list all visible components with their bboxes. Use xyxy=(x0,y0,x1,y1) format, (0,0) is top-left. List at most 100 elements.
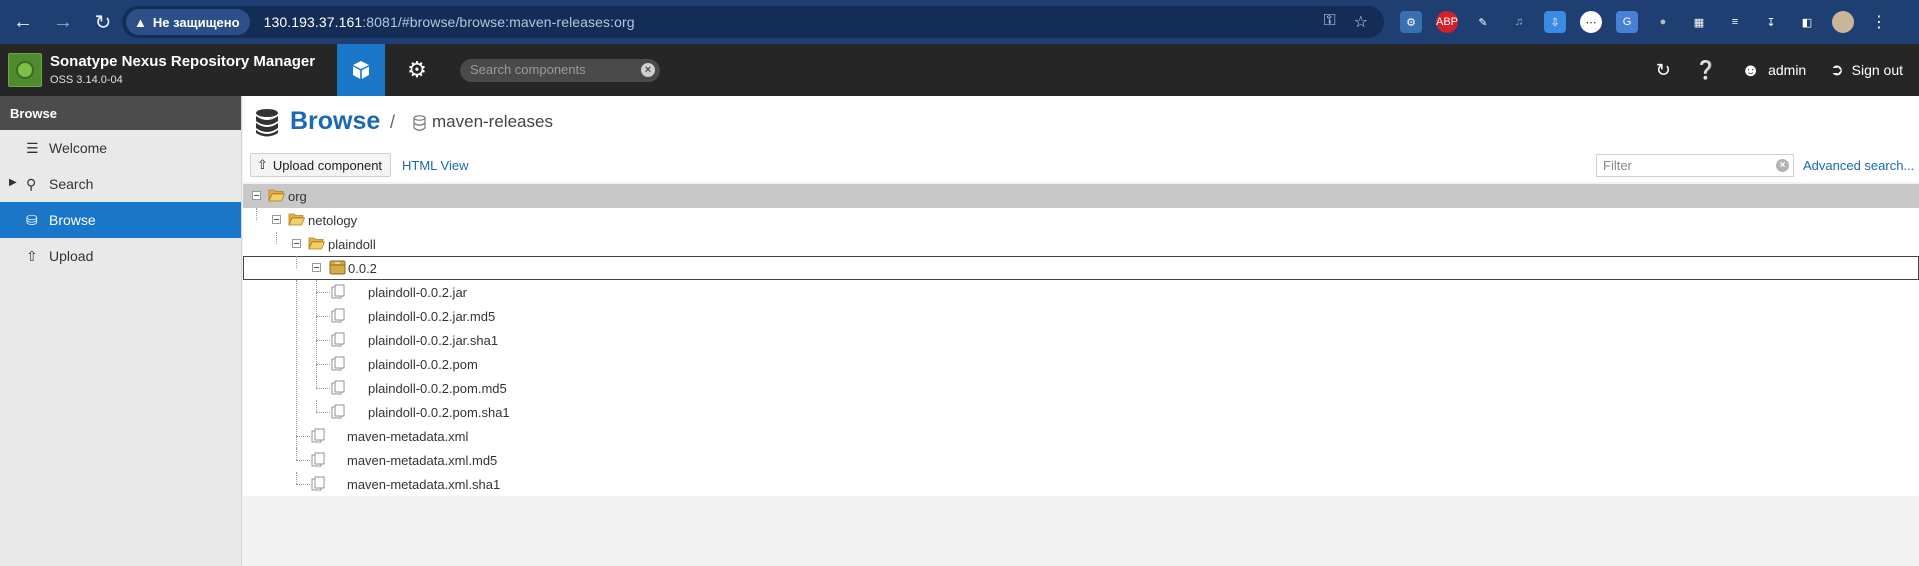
collapse-icon[interactable] xyxy=(292,239,301,248)
tree-row-version[interactable]: 0.0.2 xyxy=(243,256,1919,280)
tree-row-file[interactable]: plaindoll-0.0.2.jar xyxy=(243,280,1919,304)
username: admin xyxy=(1768,62,1807,78)
tree-label: plaindoll xyxy=(328,237,376,252)
moon-icon[interactable]: ● xyxy=(1652,11,1674,33)
upload-component-button[interactable]: ⇧ Upload component xyxy=(250,153,392,177)
address-bar[interactable]: ▲ Не защищено 130.193.37.161:8081/#brows… xyxy=(122,6,1384,38)
tree-label: maven-metadata.xml.md5 xyxy=(347,453,498,468)
eyedropper-icon[interactable]: ✎ xyxy=(1472,11,1494,33)
side-panel-icon[interactable]: ◧ xyxy=(1796,11,1818,33)
tree-label: plaindoll-0.0.2.pom.sha1 xyxy=(368,405,510,420)
file-icon xyxy=(331,308,345,323)
tree-row-file[interactable]: plaindoll-0.0.2.jar.sha1 xyxy=(243,328,1919,352)
folder-open-icon xyxy=(268,189,285,202)
app-title: Sonatype Nexus Repository Manager xyxy=(50,53,316,70)
puzzle-icon[interactable]: ▦ xyxy=(1688,11,1710,33)
refresh-icon[interactable]: ↻ xyxy=(1656,60,1671,81)
back-icon[interactable]: ← xyxy=(6,5,40,39)
file-icon xyxy=(331,284,345,299)
collapse-icon[interactable] xyxy=(312,263,321,272)
component-box-icon xyxy=(329,260,346,275)
tree-label: plaindoll-0.0.2.jar xyxy=(368,285,468,300)
tree-label: netology xyxy=(308,213,358,228)
folder-open-icon xyxy=(308,237,325,250)
translate-icon[interactable]: G xyxy=(1616,11,1638,33)
file-icon xyxy=(311,428,325,443)
browse-mode-button[interactable] xyxy=(337,44,385,96)
tree-row-file[interactable]: plaindoll-0.0.2.pom.sha1 xyxy=(243,400,1919,424)
tree-row-file[interactable]: plaindoll-0.0.2.pom.md5 xyxy=(243,376,1919,400)
tree-label: maven-metadata.xml.sha1 xyxy=(347,477,501,492)
sidebar-item-upload[interactable]: ⇧ Upload xyxy=(0,238,241,274)
extension-icon[interactable]: ⚙ xyxy=(1400,11,1422,33)
adblock-icon[interactable]: ABP xyxy=(1436,11,1458,33)
key-icon[interactable]: ⚿ xyxy=(1323,12,1335,32)
gear-icon[interactable]: ⚙ xyxy=(393,44,441,96)
file-icon xyxy=(331,332,345,347)
tree-row-file[interactable]: maven-metadata.xml.sha1 xyxy=(243,472,1919,496)
forward-icon[interactable]: → xyxy=(46,5,80,39)
chat-ext-icon[interactable]: ⋯ xyxy=(1580,11,1602,33)
search-placeholder: Search components xyxy=(470,62,586,77)
sidebar-item-welcome[interactable]: ☰ Welcome xyxy=(0,130,241,166)
tree-row-file[interactable]: maven-metadata.xml.md5 xyxy=(243,448,1919,472)
user-menu[interactable]: ☻ admin xyxy=(1741,60,1806,81)
sidebar-item-browse[interactable]: ⛁ Browse xyxy=(0,202,241,238)
tree-row-file[interactable]: plaindoll-0.0.2.jar.md5 xyxy=(243,304,1919,328)
advanced-search-link[interactable]: Advanced search... xyxy=(1803,158,1914,173)
list-icon: ☰ xyxy=(26,140,39,156)
tree-row-netology[interactable]: netology xyxy=(243,208,1919,232)
security-label: Не защищено xyxy=(152,14,240,30)
warning-icon: ▲ xyxy=(134,14,147,30)
tree-row-file[interactable]: plaindoll-0.0.2.pom xyxy=(243,352,1919,376)
search-icon: ⚲ xyxy=(26,176,37,192)
downloads-icon[interactable]: ↧ xyxy=(1760,11,1782,33)
html-view-link[interactable]: HTML View xyxy=(402,158,468,173)
bookmark-star-icon[interactable]: ☆ xyxy=(1354,12,1368,32)
search-components-input[interactable]: Search components × xyxy=(460,59,660,82)
database-icon: ⛁ xyxy=(26,212,38,228)
repository-icon xyxy=(413,115,426,131)
database-icon xyxy=(256,109,278,137)
filter-input[interactable]: Filter × xyxy=(1596,154,1794,177)
browse-toolbar: ⇧ Upload component HTML View Filter × Ad… xyxy=(243,150,1919,182)
tree-row-plaindoll[interactable]: plaindoll xyxy=(243,232,1919,256)
sidebar-item-search[interactable]: ▶ ⚲ Search xyxy=(0,166,241,202)
sign-out-label: Sign out xyxy=(1851,62,1903,78)
file-icon xyxy=(311,452,325,467)
sign-out-icon: ➲ xyxy=(1830,62,1844,79)
url-path: :8081/#browse/browse:maven-releases:org xyxy=(362,14,635,30)
folder-open-icon xyxy=(288,213,305,226)
clear-filter-icon[interactable]: × xyxy=(1776,159,1789,172)
clear-search-icon[interactable]: × xyxy=(641,63,655,77)
url-text[interactable]: 130.193.37.161:8081/#browse/browse:maven… xyxy=(264,14,635,30)
filter-placeholder: Filter xyxy=(1603,158,1632,173)
profile-avatar[interactable] xyxy=(1832,11,1854,33)
more-menu-icon[interactable]: ⋮ xyxy=(1868,11,1890,33)
reading-list-icon[interactable]: ≡ xyxy=(1724,11,1746,33)
nexus-logo xyxy=(8,53,42,87)
sidebar: Browse ☰ Welcome ▶ ⚲ Search ⛁ Browse ⇧ U… xyxy=(0,96,242,566)
browser-toolbar: ← → ↻ ▲ Не защищено 130.193.37.161:8081/… xyxy=(0,0,1919,44)
collapse-icon[interactable] xyxy=(272,215,281,224)
main-panel: Browse / maven-releases ⇧ Upload compone… xyxy=(243,96,1919,566)
upload-icon: ⇧ xyxy=(257,157,268,172)
sign-out-button[interactable]: ➲ Sign out xyxy=(1830,60,1903,80)
help-icon[interactable]: ❔ xyxy=(1695,60,1717,81)
sidebar-header: Browse xyxy=(0,96,241,130)
headphones-icon[interactable]: ♫ xyxy=(1508,11,1530,33)
collapse-icon[interactable] xyxy=(252,191,261,200)
sidebar-item-label: Search xyxy=(49,176,94,192)
tree-row-org[interactable]: org xyxy=(243,184,1919,208)
page-title[interactable]: Browse xyxy=(290,107,380,136)
download-ext-icon[interactable]: ⇩ xyxy=(1544,11,1566,33)
tree-row-file[interactable]: maven-metadata.xml xyxy=(243,424,1919,448)
user-icon: ☻ xyxy=(1741,59,1761,80)
sidebar-item-label: Upload xyxy=(49,248,94,264)
app-version: OSS 3.14.0-04 xyxy=(50,74,123,86)
browse-tree: org netology plaindoll 0.0.2 plaindoll-0… xyxy=(243,184,1919,496)
security-indicator[interactable]: ▲ Не защищено xyxy=(126,9,250,35)
tree-label: plaindoll-0.0.2.jar.md5 xyxy=(368,309,496,324)
reload-icon[interactable]: ↻ xyxy=(86,5,120,39)
expand-arrow-icon[interactable]: ▶ xyxy=(9,177,17,188)
